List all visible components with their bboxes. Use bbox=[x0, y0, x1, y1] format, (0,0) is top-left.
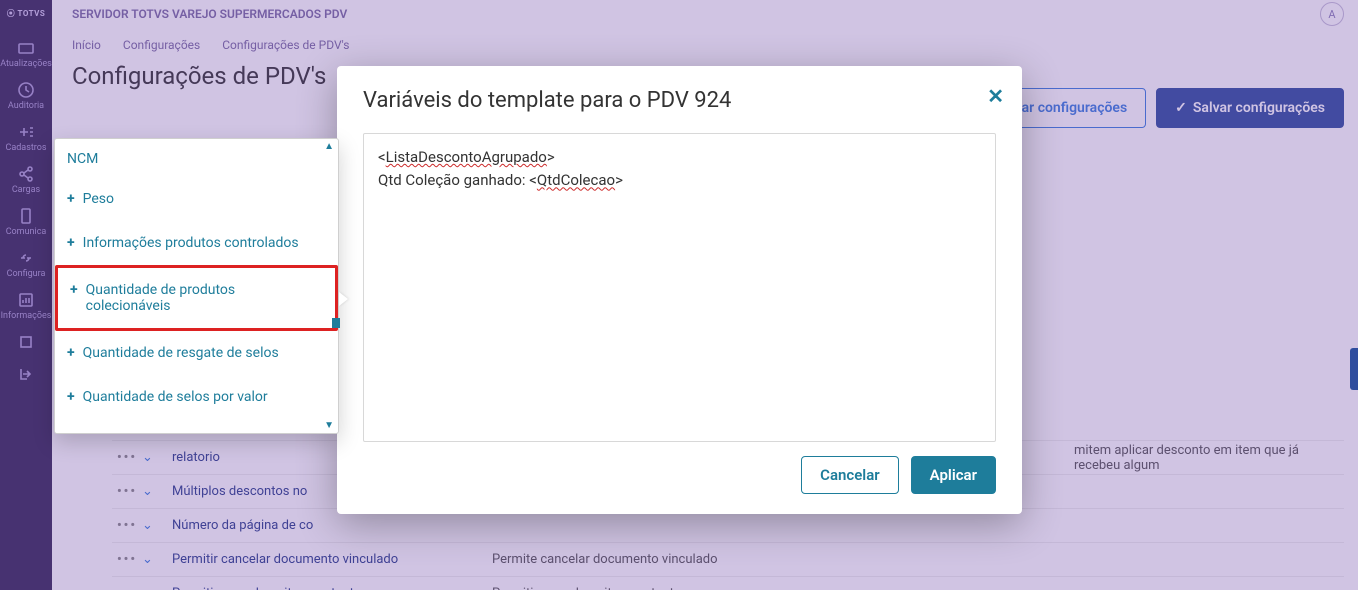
insert-caret-icon bbox=[332, 318, 340, 328]
row-name: Permitir cancelar o item restante bbox=[172, 586, 492, 590]
topbar: SERVIDOR TOTVS VAREJO SUPERMERCADOS PDV bbox=[52, 0, 1358, 28]
plus-icon: + bbox=[67, 191, 75, 207]
crumb-config[interactable]: Configurações bbox=[123, 38, 200, 52]
right-edge-tab[interactable] bbox=[1350, 348, 1358, 390]
crumb-inicio[interactable]: Início bbox=[72, 38, 101, 52]
plus-icon: + bbox=[67, 345, 75, 361]
suggestion-qtd-resgate[interactable]: +Quantidade de resgate de selos bbox=[55, 331, 338, 375]
crumb-pdv[interactable]: Configurações de PDV's bbox=[222, 38, 349, 52]
template-editor[interactable]: <ListaDescontoAgrupado> Qtd Coleção ganh… bbox=[363, 133, 996, 442]
chevron-down-icon[interactable]: ⌄ bbox=[142, 552, 172, 567]
table-row[interactable]: ••• ⌄ Permitir cancelar o item restante … bbox=[112, 576, 1344, 590]
plus-icon: + bbox=[70, 282, 78, 298]
suggestion-ncm[interactable]: NCM bbox=[55, 139, 338, 177]
suggestion-info-controlados[interactable]: +Informações produtos controlados bbox=[55, 221, 338, 265]
row-desc: Permite cancelar documento vinculado bbox=[492, 552, 1344, 567]
page-title: Configurações de PDV's bbox=[72, 62, 326, 90]
suggestion-qtd-selos-valor[interactable]: +Quantidade de selos por valor bbox=[55, 375, 338, 419]
chevron-down-icon[interactable]: ⌄ bbox=[142, 450, 172, 465]
breadcrumb: Início Configurações Configurações de PD… bbox=[52, 28, 1358, 62]
scroll-down-icon[interactable]: ▼ bbox=[324, 420, 334, 431]
table-row[interactable]: ••• ⌄ Permitir cancelar documento vincul… bbox=[112, 542, 1344, 576]
cancel-button[interactable]: Cancelar bbox=[801, 456, 899, 494]
app-title: SERVIDOR TOTVS VAREJO SUPERMERCADOS PDV bbox=[72, 7, 347, 21]
save-config-button[interactable]: ✓Salvar configurações bbox=[1156, 88, 1344, 128]
row-actions-icon[interactable]: ••• bbox=[112, 552, 142, 567]
row-name: Permitir cancelar documento vinculado bbox=[172, 552, 492, 567]
row-actions-icon[interactable]: ••• bbox=[112, 586, 142, 590]
suggestion-peso[interactable]: +Peso bbox=[55, 177, 338, 221]
chevron-down-icon[interactable]: ⌄ bbox=[142, 586, 172, 590]
modal-title: Variáveis do template para o PDV 924 bbox=[363, 88, 996, 113]
close-icon[interactable]: ✕ bbox=[987, 84, 1004, 108]
template-vars-modal: Variáveis do template para o PDV 924 ✕ <… bbox=[337, 66, 1022, 514]
check-icon: ✓ bbox=[1175, 100, 1187, 116]
row-name: Número da página de co bbox=[172, 518, 492, 533]
scroll-up-icon[interactable]: ▲ bbox=[324, 141, 334, 152]
panel-pointer-icon bbox=[339, 292, 348, 306]
row-actions-icon[interactable]: ••• bbox=[112, 450, 142, 465]
apply-button[interactable]: Aplicar bbox=[911, 456, 996, 494]
row-actions-icon[interactable]: ••• bbox=[112, 484, 142, 499]
chevron-down-icon[interactable]: ⌄ bbox=[142, 484, 172, 499]
reset-config-button[interactable]: ar configurações bbox=[1003, 88, 1147, 128]
row-actions-icon[interactable]: ••• bbox=[112, 518, 142, 533]
avatar[interactable]: A bbox=[1320, 2, 1344, 26]
plus-icon: + bbox=[67, 235, 75, 251]
suggestion-qtd-colecionaveis[interactable]: +Quantidade de produtos colecionáveis bbox=[55, 265, 338, 331]
plus-icon: + bbox=[67, 389, 75, 405]
row-desc: Permitir cancelar o item restante no cup… bbox=[492, 586, 1344, 590]
chevron-down-icon[interactable]: ⌄ bbox=[142, 518, 172, 533]
variable-suggestions-panel: ▲ NCM +Peso +Informações produtos contro… bbox=[54, 138, 339, 434]
